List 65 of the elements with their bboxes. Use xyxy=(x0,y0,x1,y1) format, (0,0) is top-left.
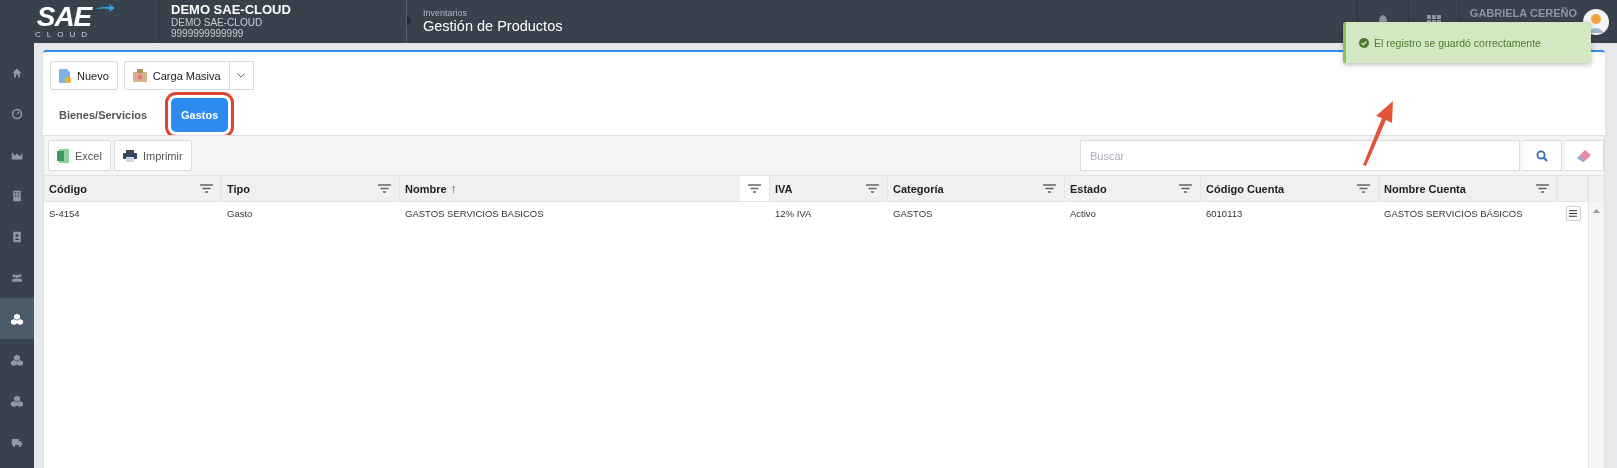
company-id: 9999999999999 xyxy=(171,28,245,39)
row-menu-button[interactable] xyxy=(1565,205,1581,221)
search-icon xyxy=(1536,149,1548,162)
column-header: Nombre Cuenta xyxy=(1384,182,1466,195)
filter-icon xyxy=(748,184,761,193)
filter-icon xyxy=(378,184,391,193)
cubes-icon xyxy=(11,353,23,366)
filter-icon xyxy=(1043,184,1056,193)
home-icon xyxy=(11,66,23,79)
scrollbar[interactable] xyxy=(1589,202,1604,468)
table-cell-text: 12% IVA xyxy=(774,206,813,221)
people-icon xyxy=(11,271,23,284)
toolbar-button[interactable]: Excel xyxy=(48,140,111,171)
cubes-icon xyxy=(11,312,23,325)
user-name: GABRIELA CEREÑO xyxy=(1469,7,1577,19)
breadcrumb: Inventarios xyxy=(423,8,469,18)
sidebar-item[interactable] xyxy=(0,298,34,339)
sort-indicator: ↑ xyxy=(450,181,457,196)
filter-icon xyxy=(200,184,213,193)
toast-message: El registro se guardó correctamente xyxy=(1374,36,1541,49)
column-header: Categoría xyxy=(893,182,944,195)
table-cell-text: Gasto xyxy=(226,206,254,221)
search-field[interactable]: Buscar xyxy=(1080,140,1520,171)
filter-button[interactable] xyxy=(740,176,769,201)
logo-text: SAE xyxy=(36,4,92,30)
table-cell-text: GASTOS xyxy=(892,206,934,221)
box-icon xyxy=(132,69,147,82)
column-header: Código Cuenta xyxy=(1206,182,1285,195)
cubes-icon xyxy=(11,394,23,407)
toolbar-button[interactable]: Carga Masiva xyxy=(123,61,230,90)
company-subname: DEMO SAE-CLOUD xyxy=(171,17,264,28)
logo-subtext: CLOUD xyxy=(35,30,93,39)
building-icon xyxy=(11,189,23,202)
column-header: Estado xyxy=(1070,182,1107,195)
document-icon xyxy=(59,68,71,83)
page-title: Gestión de Productos xyxy=(423,18,564,35)
column-header: Código xyxy=(49,182,87,195)
printer-icon xyxy=(122,149,137,162)
table-cell-text: GASTOS SERVICIOS BÁSICOS xyxy=(1383,206,1524,221)
menu-icon xyxy=(1569,209,1577,217)
gauge-icon xyxy=(11,107,23,120)
table-cell-text: S-4154 xyxy=(48,206,81,221)
arrow-icon xyxy=(95,4,115,12)
table-cell-text: GASTOS SERVICIOS BASICOS xyxy=(404,206,545,221)
company-name: DEMO SAE-CLOUD xyxy=(171,3,292,17)
column-header: Tipo xyxy=(227,182,250,195)
contact-card-icon xyxy=(11,230,23,243)
toolbar-button[interactable]: Imprimir xyxy=(113,140,192,171)
search-button[interactable] xyxy=(1523,140,1562,171)
toolbar-button[interactable]: Nuevo xyxy=(50,61,118,90)
filter-icon xyxy=(1179,184,1192,193)
caret-icon xyxy=(237,73,246,78)
tab[interactable]: Bienes/Servicios xyxy=(49,98,158,132)
column-header: Nombre xyxy=(405,182,447,195)
filter-icon xyxy=(1357,184,1370,193)
filter-icon xyxy=(1536,184,1549,193)
eraser-icon xyxy=(1576,149,1592,162)
annotation-arrow xyxy=(1360,100,1396,166)
filter-icon xyxy=(866,184,879,193)
check-circle-icon xyxy=(1359,37,1369,48)
spreadsheet-icon xyxy=(57,148,69,163)
eraser-button[interactable] xyxy=(1565,140,1604,171)
column-header: IVA xyxy=(775,182,793,195)
table-cell-text: Activo xyxy=(1069,206,1097,221)
table-cell-text: 6010113 xyxy=(1205,206,1244,221)
